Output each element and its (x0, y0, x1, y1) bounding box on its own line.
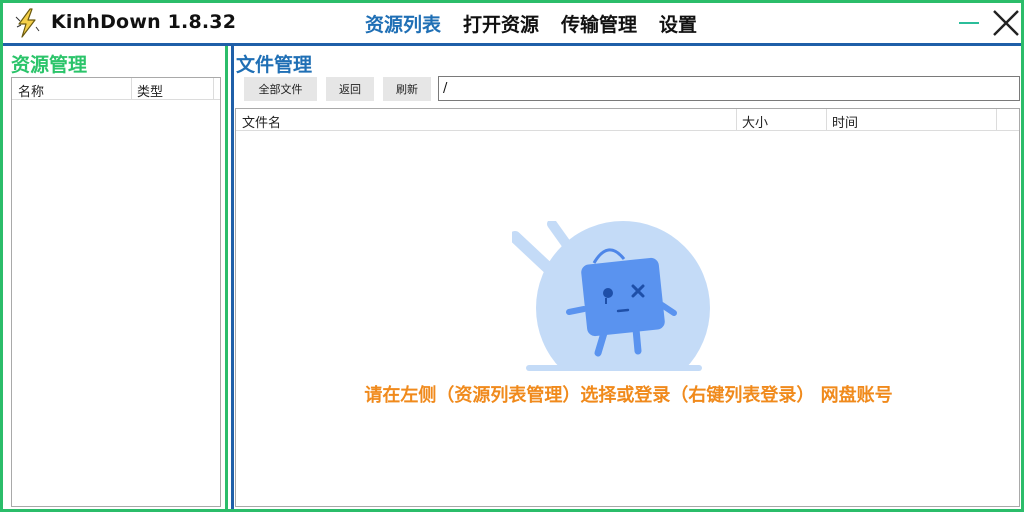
lightning-logo-icon (11, 7, 43, 39)
column-header-size[interactable]: 大小 (742, 112, 768, 131)
column-divider[interactable] (131, 78, 132, 100)
main-nav: 资源列表 打开资源 传输管理 设置 (365, 10, 697, 37)
refresh-button[interactable]: 刷新 (383, 77, 431, 101)
column-divider[interactable] (826, 109, 827, 131)
resource-panel: 资源管理 名称 类型 (3, 46, 228, 509)
nav-transfer-management[interactable]: 传输管理 (561, 10, 637, 37)
resource-list-header: 名称 类型 (12, 78, 220, 100)
nav-resource-list[interactable]: 资源列表 (365, 10, 441, 37)
all-files-button[interactable]: 全部文件 (244, 77, 317, 101)
back-button[interactable]: 返回 (326, 77, 374, 101)
column-header-name[interactable]: 名称 (18, 81, 44, 100)
app-window: KinhDown 1.8.32 资源列表 打开资源 传输管理 设置 资源管理 名… (0, 0, 1024, 512)
column-header-type[interactable]: 类型 (137, 81, 163, 100)
empty-state-message: 请在左侧（资源列表管理）选择或登录（右键列表登录） 网盘账号 (364, 385, 893, 406)
resource-list[interactable]: 名称 类型 (11, 77, 221, 507)
minimize-icon[interactable] (959, 22, 979, 24)
column-divider[interactable] (213, 78, 214, 100)
empty-state-illustration (512, 221, 722, 381)
file-panel-title: 文件管理 (236, 54, 313, 76)
path-input[interactable] (438, 76, 1020, 101)
file-list[interactable]: 文件名 大小 时间 请在左侧（资源列表管理）选择或登录（右键列表登录） 网盘账号 (235, 108, 1020, 507)
column-header-time[interactable]: 时间 (832, 112, 858, 131)
nav-settings[interactable]: 设置 (659, 10, 697, 37)
column-header-filename[interactable]: 文件名 (242, 112, 281, 131)
file-panel: 文件管理 全部文件 返回 刷新 文件名 大小 时间 (231, 46, 1021, 509)
close-icon[interactable] (991, 8, 1021, 38)
file-list-header: 文件名 大小 时间 (236, 109, 1019, 131)
app-title: KinhDown 1.8.32 (51, 11, 237, 33)
column-divider[interactable] (736, 109, 737, 131)
title-bar[interactable]: KinhDown 1.8.32 资源列表 打开资源 传输管理 设置 (3, 3, 1021, 43)
nav-open-resource[interactable]: 打开资源 (463, 10, 539, 37)
resource-panel-title: 资源管理 (11, 54, 88, 76)
column-divider[interactable] (996, 109, 997, 131)
